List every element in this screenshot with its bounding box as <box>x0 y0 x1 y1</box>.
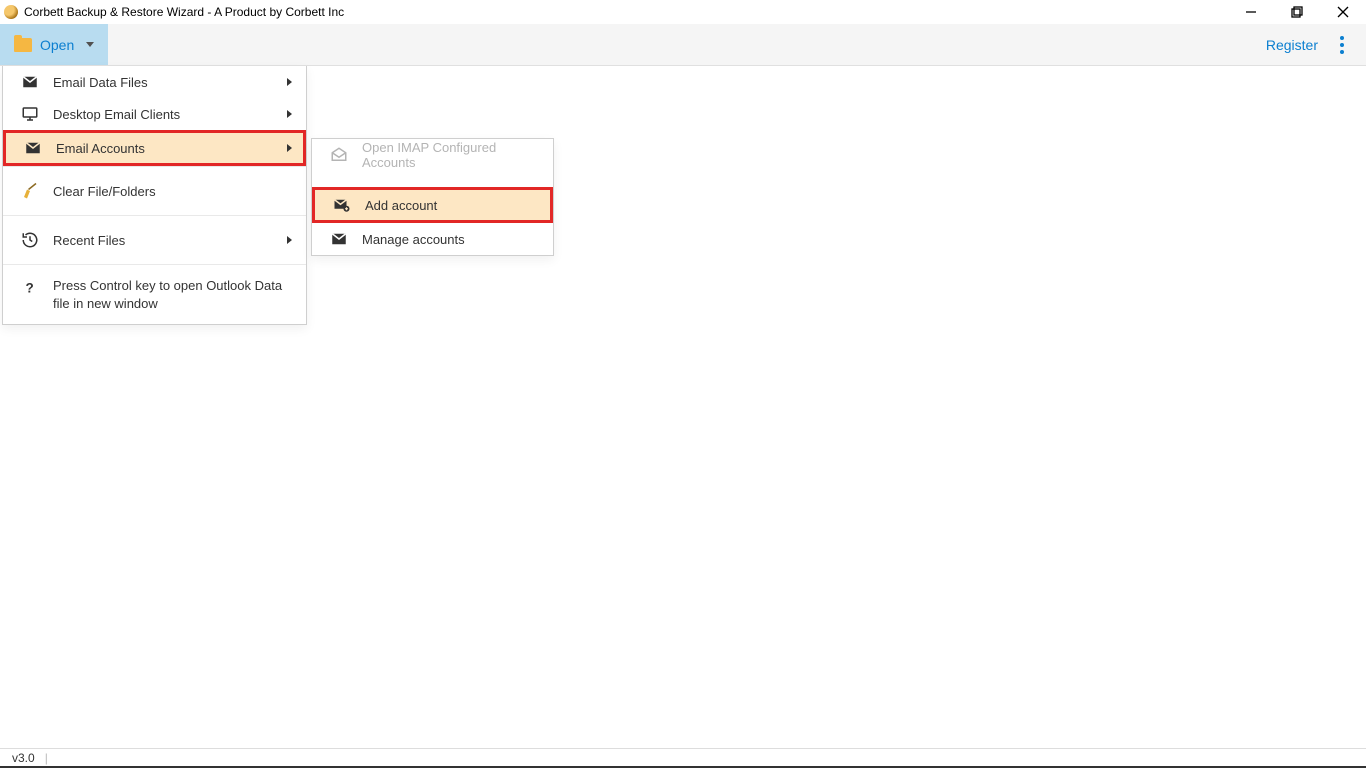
submenu-item-label: Open IMAP Configured Accounts <box>362 140 539 170</box>
menu-hint: ? Press Control key to open Outlook Data… <box>3 265 306 324</box>
svg-text:?: ? <box>26 281 34 296</box>
menu-item-label: Email Data Files <box>53 75 148 90</box>
toolbar-right: Register <box>1266 24 1366 65</box>
submenu-item-label: Manage accounts <box>362 232 465 247</box>
submenu-manage-accounts[interactable]: Manage accounts <box>312 223 553 255</box>
envelope-icon <box>330 230 348 248</box>
menu-recent-files[interactable]: Recent Files <box>3 216 306 264</box>
register-link[interactable]: Register <box>1266 37 1318 53</box>
submenu-item-label: Add account <box>365 198 437 213</box>
submenu-add-account[interactable]: Add account <box>312 187 553 223</box>
open-menu: Email Data Files Desktop Email Clients E… <box>2 66 307 325</box>
titlebar: Corbett Backup & Restore Wizard - A Prod… <box>0 0 1366 24</box>
envelope-icon <box>21 73 39 91</box>
mail-open-icon <box>330 146 348 164</box>
broom-icon <box>21 182 39 200</box>
envelope-icon <box>24 139 42 157</box>
open-label: Open <box>40 37 74 53</box>
menu-clear-file-folders[interactable]: Clear File/Folders <box>3 167 306 215</box>
menu-desktop-email-clients[interactable]: Desktop Email Clients <box>3 98 306 130</box>
open-button[interactable]: Open <box>0 24 108 65</box>
status-version: v3.0 <box>12 751 35 765</box>
window-controls <box>1228 0 1366 24</box>
more-menu-icon[interactable] <box>1336 32 1348 58</box>
menu-item-label: Desktop Email Clients <box>53 107 180 122</box>
history-icon <box>21 231 39 249</box>
titlebar-left: Corbett Backup & Restore Wizard - A Prod… <box>4 5 344 19</box>
menu-hint-text: Press Control key to open Outlook Data f… <box>53 277 288 312</box>
folder-icon <box>14 38 32 52</box>
monitor-icon <box>21 105 39 123</box>
app-icon <box>4 5 18 19</box>
mail-plus-icon <box>333 196 351 214</box>
status-separator: | <box>45 751 48 765</box>
menu-email-data-files[interactable]: Email Data Files <box>3 66 306 98</box>
window-title: Corbett Backup & Restore Wizard - A Prod… <box>24 5 344 19</box>
menu-email-accounts[interactable]: Email Accounts <box>3 130 306 166</box>
maximize-button[interactable] <box>1274 0 1320 24</box>
toolbar: Open Register <box>0 24 1366 66</box>
close-button[interactable] <box>1320 0 1366 24</box>
email-accounts-submenu: Open IMAP Configured Accounts Add accoun… <box>311 138 554 256</box>
caret-down-icon <box>86 42 94 47</box>
submenu-spacer <box>312 171 553 187</box>
minimize-button[interactable] <box>1228 0 1274 24</box>
menu-item-label: Recent Files <box>53 233 125 248</box>
submenu-open-imap: Open IMAP Configured Accounts <box>312 139 553 171</box>
statusbar: v3.0 | <box>0 748 1366 768</box>
menu-item-label: Email Accounts <box>56 141 145 156</box>
question-icon: ? <box>21 279 39 297</box>
menu-item-label: Clear File/Folders <box>53 184 156 199</box>
